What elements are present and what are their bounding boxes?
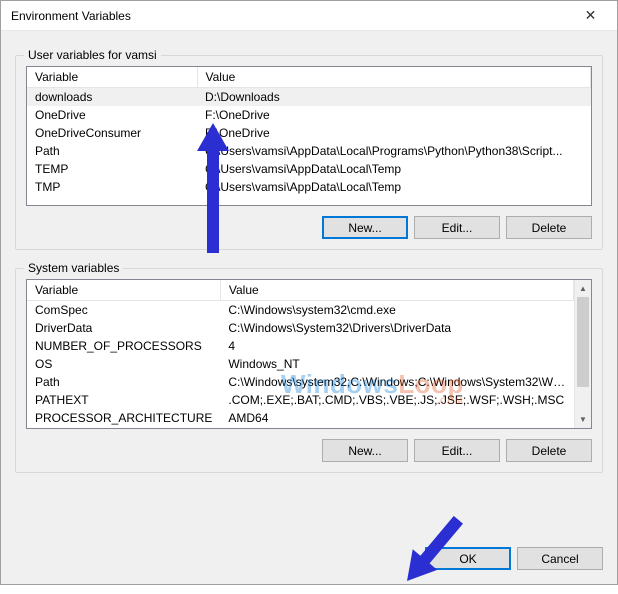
vertical-scrollbar[interactable]: ▲ ▼ xyxy=(574,280,591,428)
table-row[interactable]: OneDriveConsumer F:\OneDrive xyxy=(27,124,591,142)
column-header-value[interactable]: Value xyxy=(197,67,591,88)
table-row[interactable]: OS Windows_NT xyxy=(27,355,574,373)
column-header-variable[interactable]: Variable xyxy=(27,280,220,301)
ok-button[interactable]: OK xyxy=(425,547,511,570)
scroll-up-icon[interactable]: ▲ xyxy=(575,280,591,297)
system-variables-table-wrap: Variable Value ComSpec C:\Windows\system… xyxy=(26,279,592,429)
cell-value: .COM;.EXE;.BAT;.CMD;.VBS;.VBE;.JS;.JSE;.… xyxy=(220,391,573,409)
table-row[interactable]: TMP C:\Users\vamsi\AppData\Local\Temp xyxy=(27,178,591,196)
cell-variable: ComSpec xyxy=(27,301,220,320)
cell-variable: Path xyxy=(27,373,220,391)
cell-value: AMD64 xyxy=(220,409,573,427)
cell-variable: OneDriveConsumer xyxy=(27,124,197,142)
user-variables-label: User variables for vamsi xyxy=(24,48,161,62)
edit-button[interactable]: Edit... xyxy=(414,439,500,462)
new-button[interactable]: New... xyxy=(322,216,408,239)
cell-value: C:\Windows\system32;C:\Windows;C:\Window… xyxy=(220,373,573,391)
system-variables-group: System variables Variable Value ComSpec xyxy=(15,268,603,473)
user-variables-buttons: New... Edit... Delete xyxy=(26,216,592,239)
close-icon: ✕ xyxy=(585,7,597,24)
user-variables-table[interactable]: Variable Value downloads D:\Downloads On… xyxy=(27,67,591,196)
cell-value: F:\OneDrive xyxy=(197,106,591,124)
cell-variable: Path xyxy=(27,142,197,160)
cancel-button[interactable]: Cancel xyxy=(517,547,603,570)
scroll-thumb[interactable] xyxy=(577,297,589,387)
cell-variable: PATHEXT xyxy=(27,391,220,409)
cell-variable: TMP xyxy=(27,178,197,196)
dialog-content: User variables for vamsi Variable Value xyxy=(1,31,617,537)
table-row[interactable]: ComSpec C:\Windows\system32\cmd.exe xyxy=(27,301,574,320)
cell-value: C:\Users\vamsi\AppData\Local\Programs\Py… xyxy=(197,142,591,160)
system-variables-label: System variables xyxy=(24,261,123,275)
cell-value: Windows_NT xyxy=(220,355,573,373)
delete-button[interactable]: Delete xyxy=(506,216,592,239)
user-variables-group: User variables for vamsi Variable Value xyxy=(15,55,603,250)
cell-value: F:\OneDrive xyxy=(197,124,591,142)
cell-variable: OneDrive xyxy=(27,106,197,124)
close-button[interactable]: ✕ xyxy=(568,2,613,30)
cell-variable: downloads xyxy=(27,88,197,107)
dialog-buttons: OK Cancel xyxy=(1,537,617,584)
table-row[interactable]: Path C:\Windows\system32;C:\Windows;C:\W… xyxy=(27,373,574,391)
new-button[interactable]: New... xyxy=(322,439,408,462)
table-row[interactable]: PATHEXT .COM;.EXE;.BAT;.CMD;.VBS;.VBE;.J… xyxy=(27,391,574,409)
titlebar: Environment Variables ✕ xyxy=(1,1,617,31)
cell-variable: NUMBER_OF_PROCESSORS xyxy=(27,337,220,355)
column-header-value[interactable]: Value xyxy=(220,280,573,301)
table-row[interactable]: downloads D:\Downloads xyxy=(27,88,591,107)
cell-variable: DriverData xyxy=(27,319,220,337)
table-row[interactable]: NUMBER_OF_PROCESSORS 4 xyxy=(27,337,574,355)
cell-variable: TEMP xyxy=(27,160,197,178)
cell-value: D:\Downloads xyxy=(197,88,591,107)
table-row[interactable]: TEMP C:\Users\vamsi\AppData\Local\Temp xyxy=(27,160,591,178)
system-variables-table[interactable]: Variable Value ComSpec C:\Windows\system… xyxy=(27,280,574,427)
cell-variable: PROCESSOR_ARCHITECTURE xyxy=(27,409,220,427)
window-title: Environment Variables xyxy=(11,9,568,23)
scroll-down-icon[interactable]: ▼ xyxy=(575,411,591,428)
user-variables-table-wrap: Variable Value downloads D:\Downloads On… xyxy=(26,66,592,206)
delete-button[interactable]: Delete xyxy=(506,439,592,462)
edit-button[interactable]: Edit... xyxy=(414,216,500,239)
environment-variables-dialog: Environment Variables ✕ User variables f… xyxy=(0,0,618,585)
cell-value: C:\Users\vamsi\AppData\Local\Temp xyxy=(197,160,591,178)
cell-value: C:\Windows\System32\Drivers\DriverData xyxy=(220,319,573,337)
cell-value: C:\Windows\system32\cmd.exe xyxy=(220,301,573,320)
cell-value: C:\Users\vamsi\AppData\Local\Temp xyxy=(197,178,591,196)
table-row[interactable]: PROCESSOR_ARCHITECTURE AMD64 xyxy=(27,409,574,427)
table-row[interactable]: Path C:\Users\vamsi\AppData\Local\Progra… xyxy=(27,142,591,160)
column-header-variable[interactable]: Variable xyxy=(27,67,197,88)
cell-value: 4 xyxy=(220,337,573,355)
table-row[interactable]: DriverData C:\Windows\System32\Drivers\D… xyxy=(27,319,574,337)
system-variables-buttons: New... Edit... Delete xyxy=(26,439,592,462)
table-row[interactable]: OneDrive F:\OneDrive xyxy=(27,106,591,124)
cell-variable: OS xyxy=(27,355,220,373)
